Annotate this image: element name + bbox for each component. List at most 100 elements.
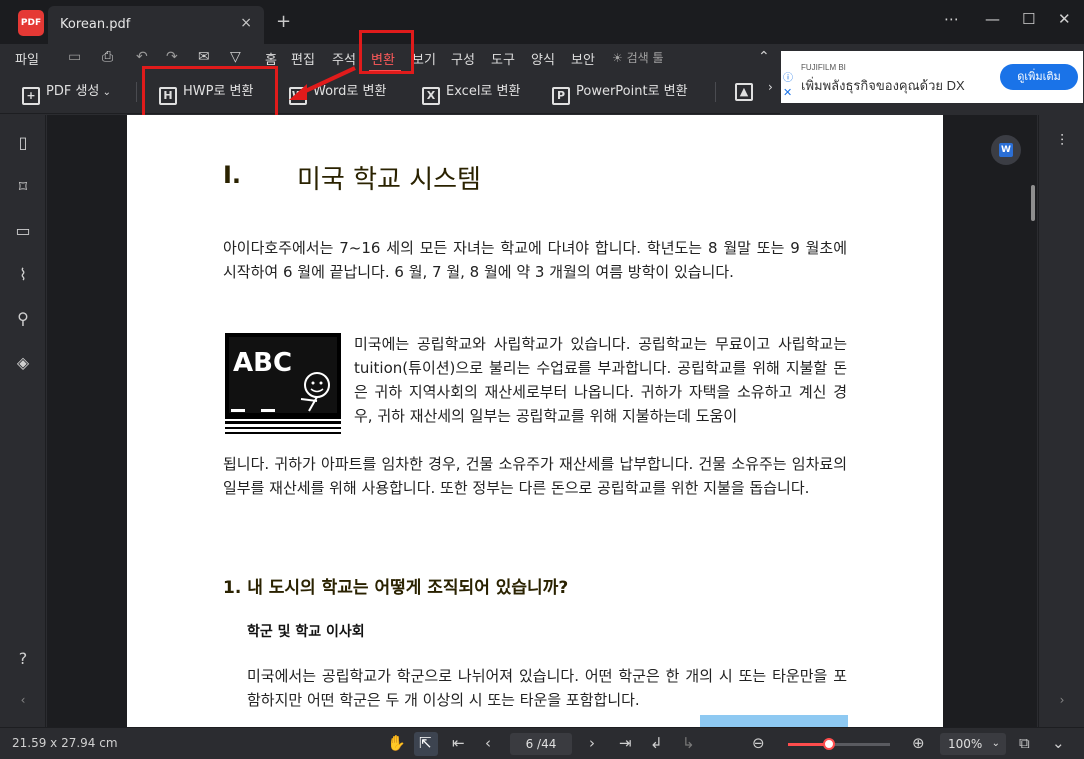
create-pdf-label: PDF 생성: [46, 84, 100, 99]
zoom-in-icon[interactable]: ⊕: [912, 734, 925, 752]
help-icon[interactable]: ?: [13, 649, 33, 669]
page-title: 미국 학교 시스템: [297, 165, 481, 195]
plus-icon: +: [22, 87, 40, 105]
title-bar: PDF Korean.pdf × + ⋯ — ☐ ✕: [0, 0, 1084, 44]
redo-icon[interactable]: ↷: [166, 49, 178, 65]
page-thumbnail-icon[interactable]: ▯: [13, 133, 33, 153]
go-back-icon[interactable]: ↲: [650, 734, 663, 752]
status-bar: 21.59 x 27.94 cm ✋ ⇱ ⇤ ‹ 6 /44 › ⇥ ↲ ↳ ⊖…: [0, 727, 1084, 759]
layers-icon[interactable]: ◈: [13, 353, 33, 373]
subsection-heading: 학군 및 학교 이사회: [247, 624, 365, 640]
blue-figure: [700, 715, 848, 727]
excel-icon: X: [422, 87, 440, 105]
page-number-input[interactable]: 6 /44: [510, 733, 572, 755]
menu-file[interactable]: 파일: [15, 49, 39, 68]
bookmark-icon[interactable]: ⌑: [13, 177, 33, 197]
ad-learn-more-button[interactable]: ดูเพิ่มเติม: [1000, 64, 1078, 90]
minimize-icon[interactable]: —: [985, 10, 1000, 28]
zoom-out-icon[interactable]: ⊖: [752, 734, 765, 752]
paragraph-districts: 미국에서는 공립학교가 학군으로 나뉘어져 있습니다. 어떤 학군은 한 개의 …: [247, 667, 847, 709]
search-tools-label: 검색 툴: [626, 51, 664, 65]
vertical-scrollbar[interactable]: [1031, 185, 1035, 221]
powerpoint-icon: P: [552, 87, 570, 105]
page-size: 21.59 x 27.94 cm: [12, 736, 118, 750]
convert-menu-highlight: [359, 30, 414, 74]
paragraph-public-private-2: 됩니다. 귀하가 아파트를 임차한 경우, 건물 소유주가 재산세를 납부합니다…: [223, 455, 847, 497]
zoom-select[interactable]: 100% ⌄: [940, 733, 1006, 755]
window-close-icon[interactable]: ✕: [1058, 10, 1071, 28]
ad-brand: FUJIFILM BI: [801, 63, 846, 72]
chevron-down-icon: ⌄: [99, 87, 111, 98]
pdf-page: I. 미국 학교 시스템 아이다호주에서는 7~16 세의 모든 자녀는 학교에…: [127, 115, 943, 727]
collapse-right-icon[interactable]: ›: [1052, 693, 1072, 713]
undo-icon[interactable]: ↶: [136, 49, 148, 65]
menu-organize[interactable]: 구성: [451, 49, 475, 68]
excel-convert-button[interactable]: X Excel로 변환: [422, 80, 521, 105]
search-icon[interactable]: ⚲: [13, 309, 33, 329]
powerpoint-convert-button[interactable]: P PowerPoint로 변환: [552, 80, 688, 105]
excel-label: Excel로 변환: [446, 84, 521, 99]
collapse-icon[interactable]: ⌃: [758, 49, 770, 65]
app-logo-icon: PDF: [18, 10, 44, 36]
more-icon[interactable]: ⋯: [944, 10, 959, 28]
last-page-icon[interactable]: ⇥: [619, 734, 632, 752]
dropdown-icon[interactable]: ▽: [230, 49, 241, 65]
next-page-icon[interactable]: ›: [589, 734, 595, 752]
left-sidebar: ▯ ⌑ ▭ ⌇ ⚲ ◈ ? ‹: [0, 115, 46, 727]
word-icon: W: [999, 143, 1013, 157]
search-tools[interactable]: ☀ 검색 툴: [612, 49, 664, 66]
previous-page-icon[interactable]: ‹: [485, 734, 491, 752]
separator: [715, 82, 716, 102]
chalkboard-text: ABC: [233, 348, 292, 378]
app-window: PDF Korean.pdf × + ⋯ — ☐ ✕ 파일 ▭ ⎙ ↶ ↷ ✉ …: [0, 0, 1084, 759]
paragraph-intro: 아이다호주에서는 7~16 세의 모든 자녀는 학교에 다녀야 합니다. 학년도…: [223, 239, 847, 281]
zoom-value: 100%: [948, 737, 983, 751]
menu-tools[interactable]: 도구: [491, 49, 515, 68]
new-tab-icon[interactable]: +: [276, 11, 291, 32]
chalkboard-image: ABC: [225, 333, 341, 434]
zoom-slider-handle[interactable]: [823, 738, 835, 750]
document-viewport[interactable]: I. 미국 학교 시스템 아이다호주에서는 7~16 세의 모든 자녀는 학교에…: [47, 115, 1037, 727]
hand-tool-icon[interactable]: ✋: [387, 734, 406, 752]
separator: [136, 82, 137, 102]
ad-banner[interactable]: ⓘ ✕ FUJIFILM BI เพิ่มพลังธุรกิจของคุณด้ว…: [781, 51, 1083, 103]
first-page-icon[interactable]: ⇤: [452, 734, 465, 752]
tab-title: Korean.pdf: [60, 17, 131, 32]
heading-number: I.: [223, 161, 242, 189]
print-icon[interactable]: ⎙: [102, 49, 113, 65]
open-external-icon[interactable]: ⧉: [1019, 734, 1030, 752]
select-tool-icon[interactable]: ⇱: [419, 734, 432, 752]
info-icon[interactable]: ⓘ: [783, 69, 793, 84]
zoom-slider[interactable]: [788, 738, 890, 750]
create-pdf-button[interactable]: + PDF 생성 ⌄: [22, 80, 111, 105]
menu-forms[interactable]: 양식: [531, 49, 555, 68]
section-heading: 1. 내 도시의 학교는 어떻게 조직되어 있습니까?: [223, 578, 569, 598]
tab-korean-pdf[interactable]: Korean.pdf ×: [48, 6, 264, 44]
annotation-arrow: [289, 66, 356, 100]
go-forward-icon[interactable]: ↳: [682, 734, 695, 752]
mail-icon[interactable]: ✉: [198, 49, 210, 65]
powerpoint-label: PowerPoint로 변환: [576, 84, 688, 99]
ad-text: เพิ่มพลังธุรกิจของคุณด้วย DX: [801, 78, 965, 93]
chevron-down-icon: ⌄: [991, 738, 1000, 749]
word-convert-badge[interactable]: W: [991, 135, 1021, 165]
image-convert-button[interactable]: ▲: [735, 80, 759, 104]
menu-security[interactable]: 보안: [571, 49, 595, 68]
scroll-right-icon[interactable]: ›: [768, 80, 773, 104]
hwp-button-highlight: [142, 66, 278, 118]
menu-view[interactable]: 보기: [412, 49, 436, 68]
close-icon[interactable]: ×: [240, 15, 252, 31]
lightbulb-icon: ☀: [612, 51, 623, 65]
ad-close-icon[interactable]: ✕: [783, 86, 792, 99]
collapse-left-icon[interactable]: ‹: [13, 693, 33, 713]
right-sidebar: ⫶ ›: [1038, 115, 1084, 727]
comment-icon[interactable]: ▭: [13, 221, 33, 241]
maximize-icon[interactable]: ☐: [1022, 10, 1035, 28]
attachment-icon[interactable]: ⌇: [13, 265, 33, 285]
convert-toolbar: +PDF 생성 ⌄ HHWP로 변환 WWord로 변환 XExcel로 변환 …: [0, 72, 780, 114]
more-options-icon[interactable]: ⌄: [1052, 734, 1065, 752]
save-icon[interactable]: ▭: [68, 49, 81, 65]
image-icon: ▲: [735, 83, 753, 101]
properties-sliders-icon[interactable]: ⫶: [1052, 131, 1072, 151]
paragraph-public-private-1: 미국에는 공립학교와 사립학교가 있습니다. 공립학교는 무료이고 사립학교는 …: [354, 335, 847, 425]
